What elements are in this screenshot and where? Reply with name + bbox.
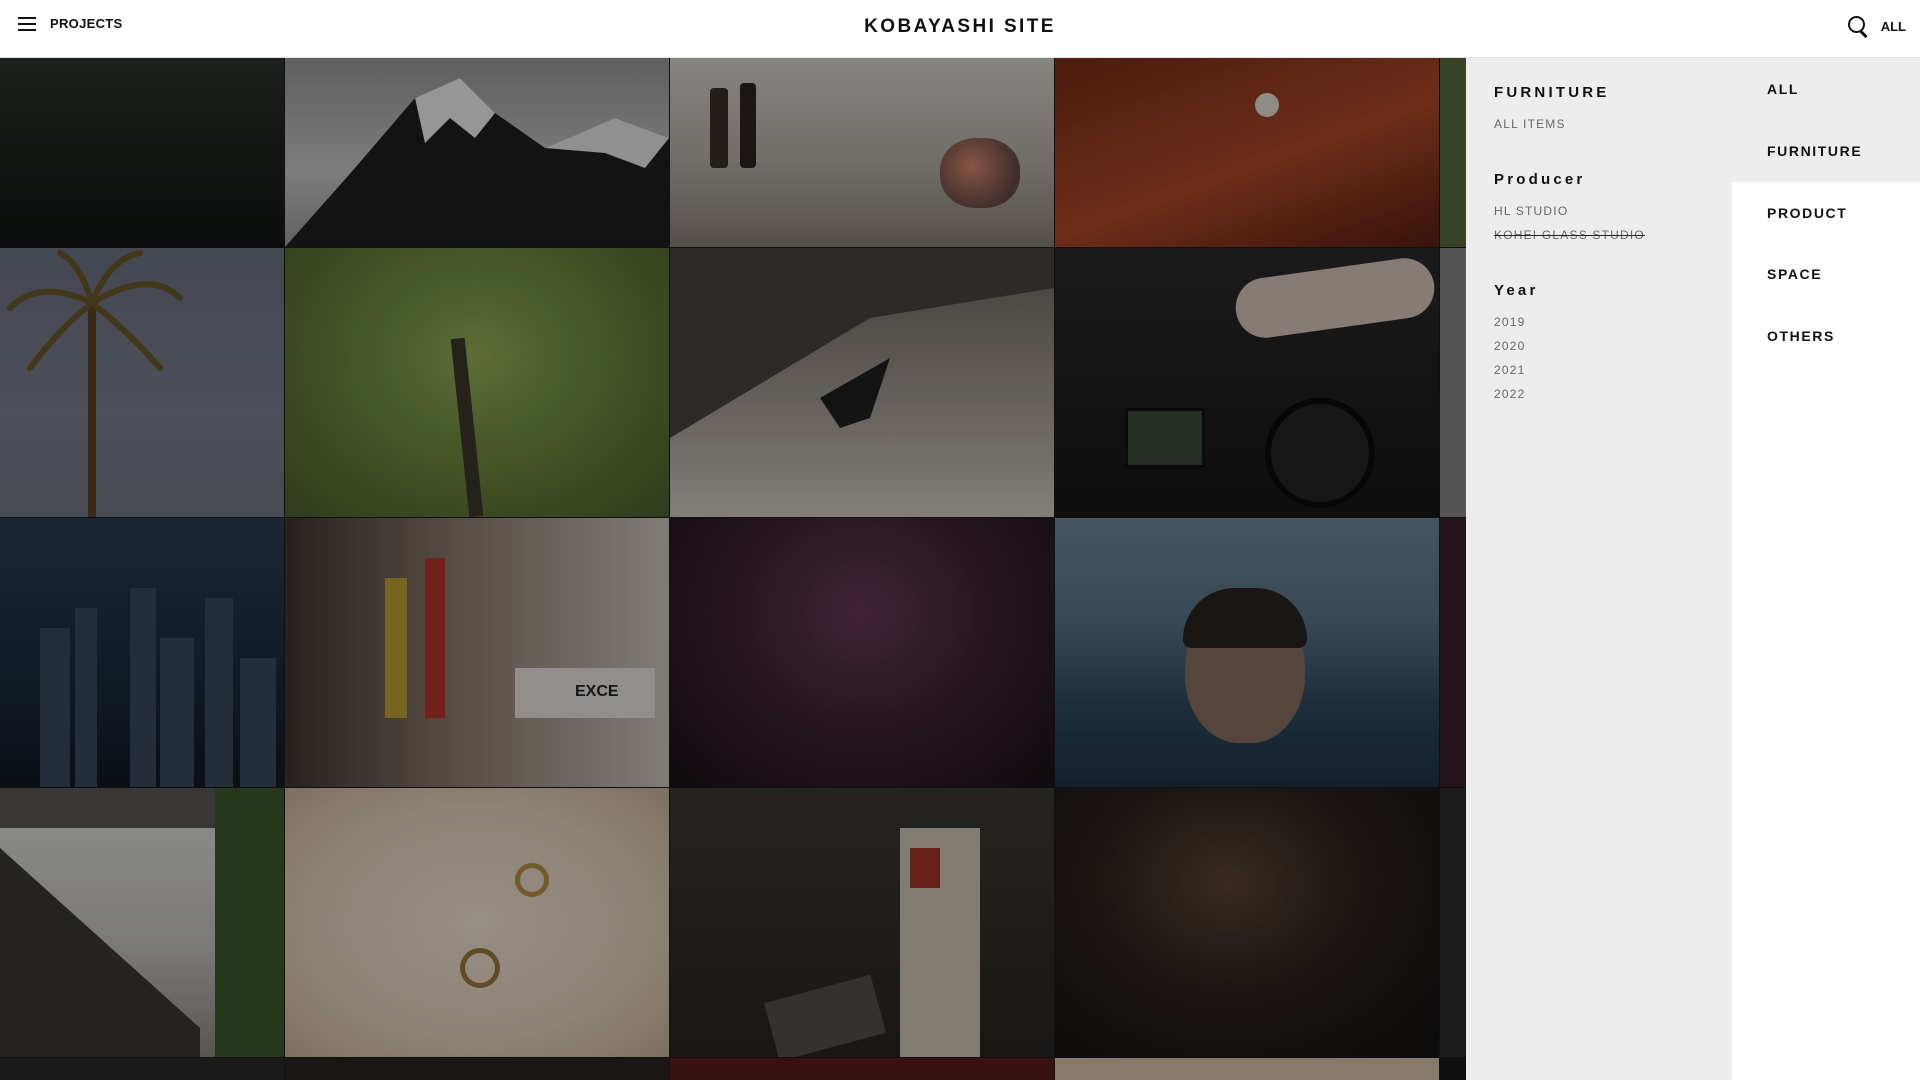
gallery-tile-edge-4 [1440,788,1466,1057]
gallery-tile-rings-on-stone[interactable] [285,788,669,1057]
category-panel: ALL FURNITURE PRODUCT SPACE OTHERS [1732,58,1920,1080]
gallery-tile-edge-3 [1440,518,1466,787]
gallery-tile-palm-tree[interactable] [0,248,284,517]
gallery-tile-red-leather-chair[interactable] [1055,58,1439,247]
gallery-tile-woman-in-water[interactable] [1055,518,1439,787]
gallery-tile-purple-flowers[interactable] [670,518,1054,787]
top-header: PROJECTS KOBAYASHI SITE ALL [0,0,1920,58]
filter-option-2019[interactable]: 2019 [1494,310,1539,334]
filter-group-year: Year 2019 2020 2021 2022 [1494,282,1539,406]
store-sign-text: EXCE [575,683,619,700]
category-all[interactable]: ALL [1732,58,1920,120]
filter-option-2020[interactable]: 2020 [1494,334,1539,358]
filter-heading-category: FURNITURE [1494,84,1610,101]
filter-option-all-items[interactable]: ALL ITEMS [1494,112,1609,136]
gallery-tile-person-on-concrete-wall[interactable] [670,248,1054,517]
filter-option-2022[interactable]: 2022 [1494,382,1539,406]
search-icon[interactable] [1847,15,1869,37]
category-others[interactable]: OTHERS [1732,305,1920,367]
gallery-tile-shibuya-aerial[interactable] [670,788,1054,1057]
gallery-tile-dj-mixer[interactable] [1055,248,1439,517]
gallery-tile-dark-forest-hill[interactable] [0,58,284,247]
filter-option-kohei-glass-studio[interactable]: KOHEI GLASS STUDIO [1494,223,1645,247]
gallery-tile-city-skyline-night[interactable] [0,518,284,787]
current-filter-label[interactable]: ALL [1881,19,1906,34]
gallery-tile-row5-4[interactable] [1055,1058,1439,1080]
site-title[interactable]: KOBAYASHI SITE [0,16,1920,38]
filter-group-producer: Producer HL STUDIO KOHEI GLASS STUDIO [1494,171,1645,247]
category-furniture[interactable]: FURNITURE [1732,120,1920,182]
filter-heading-year: Year [1494,282,1539,299]
project-gallery: EXCE [0,58,1466,1080]
gallery-tile-row5-2[interactable] [285,1058,669,1080]
gallery-tile-man-in-shadow[interactable] [1055,788,1439,1057]
search-area: ALL [1847,15,1906,37]
filter-heading-producer: Producer [1494,171,1586,188]
gallery-tile-edge-1 [1440,58,1466,247]
gallery-tile-tokyo-street-signs[interactable]: EXCE [285,518,669,787]
filter-option-2021[interactable]: 2021 [1494,358,1539,382]
gallery-tile-row5-1[interactable] [0,1058,284,1080]
gallery-tile-green-willow-tree[interactable] [285,248,669,517]
gallery-tile-snowy-mountain[interactable] [285,58,669,247]
gallery-tile-row5-3[interactable] [670,1058,1054,1080]
gallery-tile-building-stairs-moss[interactable] [0,788,284,1057]
gallery-tile-wine-bottles-flowers[interactable] [670,58,1054,247]
gallery-tile-edge-2 [1440,248,1466,517]
filter-panel: FURNITURE ALL ITEMS Producer HL STUDIO K… [1466,58,1732,1080]
category-space[interactable]: SPACE [1732,243,1920,305]
category-product[interactable]: PRODUCT [1732,182,1920,244]
filter-option-hl-studio[interactable]: HL STUDIO [1494,199,1645,223]
filter-group-category: FURNITURE ALL ITEMS [1494,84,1609,136]
